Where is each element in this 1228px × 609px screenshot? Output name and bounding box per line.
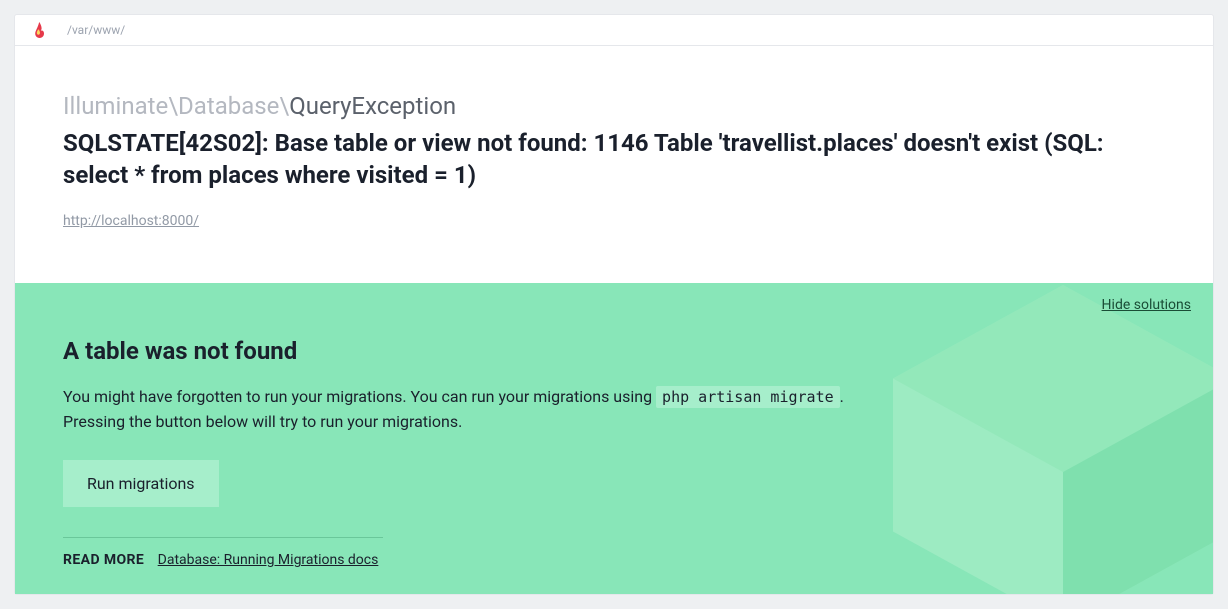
solution-panel: Hide solutions A table was not found You…	[15, 283, 1213, 594]
top-bar: /var/www/	[15, 15, 1213, 46]
project-path: /var/www/	[67, 23, 125, 37]
exception-namespace: Illuminate\Database\QueryException	[63, 90, 1165, 122]
solution-text-suffix: .	[840, 387, 844, 406]
divider	[63, 537, 383, 538]
solution-body: You might have forgotten to run your mig…	[63, 385, 1165, 435]
error-card: /var/www/ Illuminate\Database\QueryExcep…	[14, 14, 1214, 595]
run-migrations-button[interactable]: Run migrations	[63, 460, 219, 507]
decor-shape	[893, 285, 1213, 594]
solution-text-line2: Pressing the button below will try to ru…	[63, 412, 462, 431]
ignition-logo-icon	[33, 22, 47, 38]
request-url-link[interactable]: http://localhost:8000/	[63, 213, 199, 229]
hide-solutions-link[interactable]: Hide solutions	[1102, 297, 1191, 313]
exception-content: Illuminate\Database\QueryException SQLST…	[15, 46, 1213, 283]
solution-command: php artisan migrate	[656, 386, 840, 408]
namespace-prefix: Illuminate\Database\	[63, 92, 289, 120]
solution-text-prefix: You might have forgotten to run your mig…	[63, 387, 656, 406]
read-more-link[interactable]: Database: Running Migrations docs	[158, 552, 379, 568]
solution-title: A table was not found	[63, 337, 1165, 365]
read-more-label: READ MORE	[63, 552, 144, 568]
exception-class: QueryException	[289, 92, 456, 120]
read-more-row: READ MORE Database: Running Migrations d…	[63, 552, 1165, 568]
error-message: SQLSTATE[42S02]: Base table or view not …	[63, 128, 1138, 190]
